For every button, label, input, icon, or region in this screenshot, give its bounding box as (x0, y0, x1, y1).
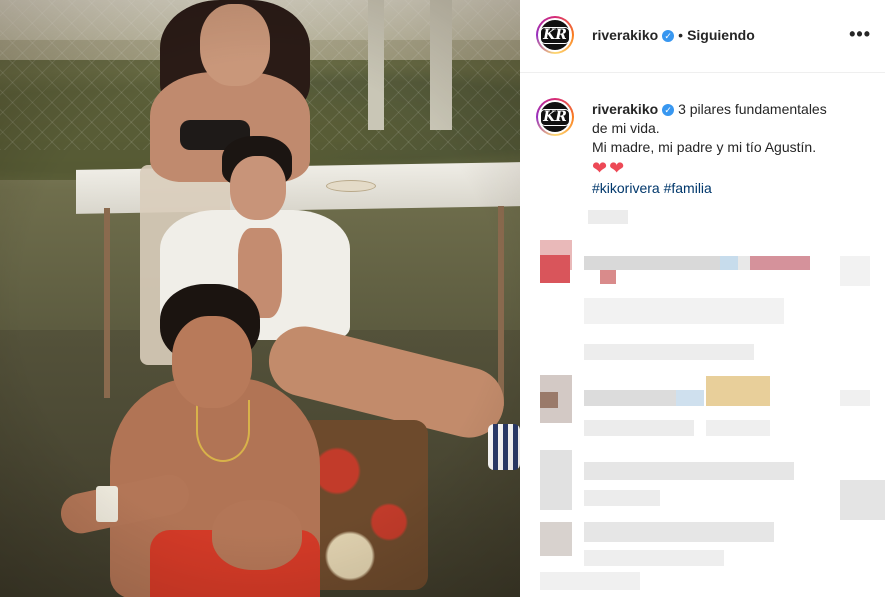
caption-avatar-logo-text: KR (540, 108, 570, 126)
post-side-panel: KR riverakiko ✓ • Siguiendo ••• KR riveraki… (520, 0, 885, 597)
pixel-block (540, 450, 572, 510)
caption-line-3: Mi madre, mi padre y mi tío Agustín. (592, 139, 817, 155)
pixel-block (584, 420, 694, 436)
pixel-block (600, 270, 616, 284)
caption-first-line: riverakiko ✓ 3 pilares fundamentales (592, 100, 872, 119)
caption-avatar-logo: KR (540, 102, 570, 132)
heart-emoji-icon: ❤❤ (592, 158, 627, 178)
pixel-block (584, 344, 754, 360)
caption-line-2: de mi vida. (592, 120, 660, 136)
post-header: KR riverakiko ✓ • Siguiendo ••• (520, 0, 885, 73)
pixel-block (584, 298, 784, 324)
post-photo[interactable] (0, 0, 520, 597)
caption-text: riverakiko ✓ 3 pilares fundamentales de m… (592, 100, 872, 198)
caption-hashtags[interactable]: #kikorivera #familia (592, 179, 872, 198)
avatar-logo-text: KR (540, 26, 570, 44)
pixel-block (750, 256, 810, 270)
pixel-block (584, 256, 724, 270)
avatar[interactable]: KR (536, 16, 574, 54)
more-options-icon[interactable]: ••• (849, 24, 871, 45)
caption-verified-badge-icon: ✓ (662, 104, 675, 117)
pixel-block (840, 390, 870, 406)
pixel-block (706, 420, 770, 436)
pixel-block (540, 255, 570, 283)
pixel-block (540, 572, 640, 590)
avatar-logo: KR (540, 20, 570, 50)
following-button[interactable]: Siguiendo (687, 27, 755, 43)
verified-badge-icon: ✓ (662, 29, 675, 42)
pixel-block (540, 392, 558, 408)
pixel-block (584, 462, 794, 480)
pixel-block (584, 490, 660, 506)
pixel-block (676, 390, 704, 406)
caption-avatar-inner: KR (538, 100, 572, 134)
header-meta: riverakiko ✓ • Siguiendo (592, 27, 755, 45)
photo-vignette (0, 0, 520, 597)
censored-comments (520, 200, 885, 597)
caption-avatar[interactable]: KR (536, 98, 574, 136)
pixel-block (584, 550, 724, 566)
pixel-block (540, 522, 572, 556)
pixel-block (840, 256, 870, 286)
pixel-block (720, 256, 738, 270)
pixel-block (840, 480, 885, 520)
pixel-block (706, 376, 770, 406)
header-separator: • (678, 27, 684, 43)
pixel-block (588, 210, 628, 224)
pixel-block (584, 522, 774, 542)
avatar-inner: KR (538, 18, 572, 52)
caption-username[interactable]: riverakiko (592, 101, 658, 117)
header-username[interactable]: riverakiko (592, 27, 658, 43)
caption-line-1: 3 pilares fundamentales (678, 101, 827, 117)
